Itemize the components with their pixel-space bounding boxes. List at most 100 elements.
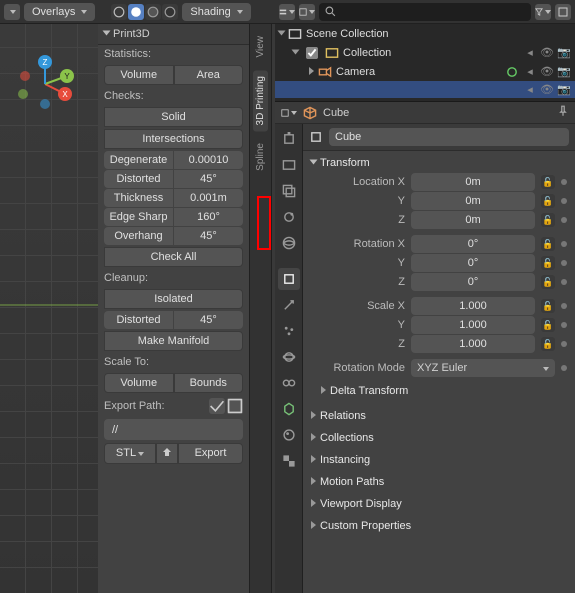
motionpaths-section[interactable]: Motion Paths xyxy=(303,473,575,495)
ptab-material[interactable] xyxy=(278,424,300,446)
intersections-button[interactable]: Intersections xyxy=(104,129,243,149)
shading-material[interactable] xyxy=(145,4,161,20)
pin-icon[interactable] xyxy=(557,105,569,120)
outliner-search[interactable] xyxy=(319,3,531,21)
new-collection-icon[interactable] xyxy=(555,4,571,20)
export-up-icon[interactable] xyxy=(156,443,178,464)
lock-icon[interactable]: 🔓 xyxy=(541,237,555,251)
isolated-button[interactable]: Isolated xyxy=(104,289,243,309)
lock-icon[interactable]: 🔓 xyxy=(541,194,555,208)
export-textures-icon[interactable] xyxy=(227,398,243,414)
export-format-select[interactable]: STL xyxy=(104,443,156,464)
ptab-output[interactable] xyxy=(278,154,300,176)
lock-icon[interactable]: 🔓 xyxy=(541,299,555,313)
ptab-viewlayer[interactable] xyxy=(278,180,300,202)
anim-dot[interactable] xyxy=(561,279,567,285)
volume-button[interactable]: Volume xyxy=(104,65,174,85)
scaleto-volume-button[interactable]: Volume xyxy=(104,373,174,393)
ptab-object[interactable] xyxy=(278,268,300,290)
check-edgesharp-value[interactable]: 160° xyxy=(174,208,243,226)
rotz-field[interactable]: 0° xyxy=(411,273,535,291)
check-thickness-value[interactable]: 0.001m xyxy=(174,189,243,207)
check-distorted-label[interactable]: Distorted xyxy=(104,170,173,188)
eye-icon[interactable]: 👁 xyxy=(540,65,554,78)
area-button[interactable]: Area xyxy=(174,65,244,85)
relations-section[interactable]: Relations xyxy=(303,407,575,429)
render-icon[interactable]: 📷 xyxy=(557,65,571,78)
eye-icon[interactable]: 👁 xyxy=(540,46,554,59)
export-button[interactable]: Export xyxy=(178,443,243,464)
shading-dropdown[interactable]: Shading xyxy=(182,3,250,21)
lock-icon[interactable]: 🔓 xyxy=(541,175,555,189)
object-name-field[interactable]: Cube xyxy=(329,128,569,146)
lock-icon[interactable]: 🔓 xyxy=(541,275,555,289)
outliner-scene-collection[interactable]: Scene Collection xyxy=(275,24,575,43)
sclx-field[interactable]: 1.000 xyxy=(411,297,535,315)
outliner-collection[interactable]: Collection ◂👁📷 xyxy=(275,43,575,62)
transform-header[interactable]: Transform xyxy=(311,157,567,169)
outliner-item-cut[interactable]: ◂👁📷 xyxy=(275,81,575,98)
n-panel-header[interactable]: Print3D xyxy=(98,24,249,45)
scaleto-bounds-button[interactable]: Bounds xyxy=(174,373,244,393)
collection-checkbox[interactable] xyxy=(306,47,318,59)
locz-field[interactable]: 0m xyxy=(411,211,535,229)
ptab-scene[interactable] xyxy=(278,206,300,228)
ptab-modifier[interactable] xyxy=(278,294,300,316)
check-overhang-label[interactable]: Overhang xyxy=(104,227,173,245)
render-icon[interactable]: 📷 xyxy=(557,46,571,59)
anim-dot[interactable] xyxy=(561,341,567,347)
overlays-dropdown[interactable]: Overlays xyxy=(24,3,95,21)
disclosure-icon[interactable] xyxy=(279,28,284,40)
lock-icon[interactable]: 🔓 xyxy=(541,213,555,227)
ptab-data[interactable] xyxy=(278,398,300,420)
instancing-section[interactable]: Instancing xyxy=(303,451,575,473)
anim-dot[interactable] xyxy=(561,179,567,185)
display-mode-icon[interactable] xyxy=(299,4,315,20)
export-apply-icon[interactable] xyxy=(209,398,225,414)
outliner-item-camera[interactable]: Camera ◂👁📷 xyxy=(275,62,575,81)
rotx-field[interactable]: 0° xyxy=(411,235,535,253)
disclosure-icon[interactable] xyxy=(293,47,298,59)
cleanup-distorted-value[interactable]: 45° xyxy=(174,311,243,329)
anim-dot[interactable] xyxy=(561,260,567,266)
outliner-search-input[interactable] xyxy=(340,5,525,19)
shading-rendered[interactable] xyxy=(162,4,178,20)
check-degenerate-value[interactable]: 0.00010 xyxy=(174,151,243,169)
scly-field[interactable]: 1.000 xyxy=(411,316,535,334)
shading-solid[interactable] xyxy=(128,4,144,20)
editor-type-icon[interactable] xyxy=(279,4,295,20)
ptab-world[interactable] xyxy=(278,232,300,254)
anim-dot[interactable] xyxy=(561,217,567,223)
ptab-texture[interactable] xyxy=(278,450,300,472)
sclz-field[interactable]: 1.000 xyxy=(411,335,535,353)
viewport-3d[interactable]: X Y Z xyxy=(0,24,98,593)
check-degenerate-label[interactable]: Degenerate xyxy=(104,151,173,169)
check-distorted-value[interactable]: 45° xyxy=(174,170,243,188)
ptab-particles[interactable] xyxy=(278,320,300,342)
tab-view[interactable]: View xyxy=(253,30,268,64)
anim-dot[interactable] xyxy=(561,365,567,371)
tab-spline[interactable]: Spline xyxy=(253,137,268,177)
check-overhang-value[interactable]: 45° xyxy=(174,227,243,245)
exclude-icon[interactable]: ◂ xyxy=(523,65,537,78)
outliner[interactable]: Scene Collection Collection ◂👁📷 Camera ◂… xyxy=(275,24,575,102)
overlays-dropdown-icon[interactable] xyxy=(4,4,20,20)
collections-section[interactable]: Collections xyxy=(303,429,575,451)
orientation-gizmo[interactable]: X Y Z xyxy=(15,54,75,114)
tab-3d-printing[interactable]: 3D Printing xyxy=(253,70,268,131)
locy-field[interactable]: 0m xyxy=(411,192,535,210)
viewportdisplay-section[interactable]: Viewport Display xyxy=(303,495,575,517)
anim-dot[interactable] xyxy=(561,303,567,309)
disclosure-icon[interactable] xyxy=(309,66,314,78)
shading-wireframe[interactable] xyxy=(111,4,127,20)
solid-button[interactable]: Solid xyxy=(104,107,243,127)
anim-dot[interactable] xyxy=(561,241,567,247)
properties-editor-icon[interactable] xyxy=(281,105,297,121)
exclude-icon[interactable]: ◂ xyxy=(523,83,537,96)
check-thickness-label[interactable]: Thickness xyxy=(104,189,173,207)
roty-field[interactable]: 0° xyxy=(411,254,535,272)
ptab-physics[interactable] xyxy=(278,346,300,368)
lock-icon[interactable]: 🔓 xyxy=(541,256,555,270)
exclude-icon[interactable]: ◂ xyxy=(523,46,537,59)
lock-icon[interactable]: 🔓 xyxy=(541,318,555,332)
